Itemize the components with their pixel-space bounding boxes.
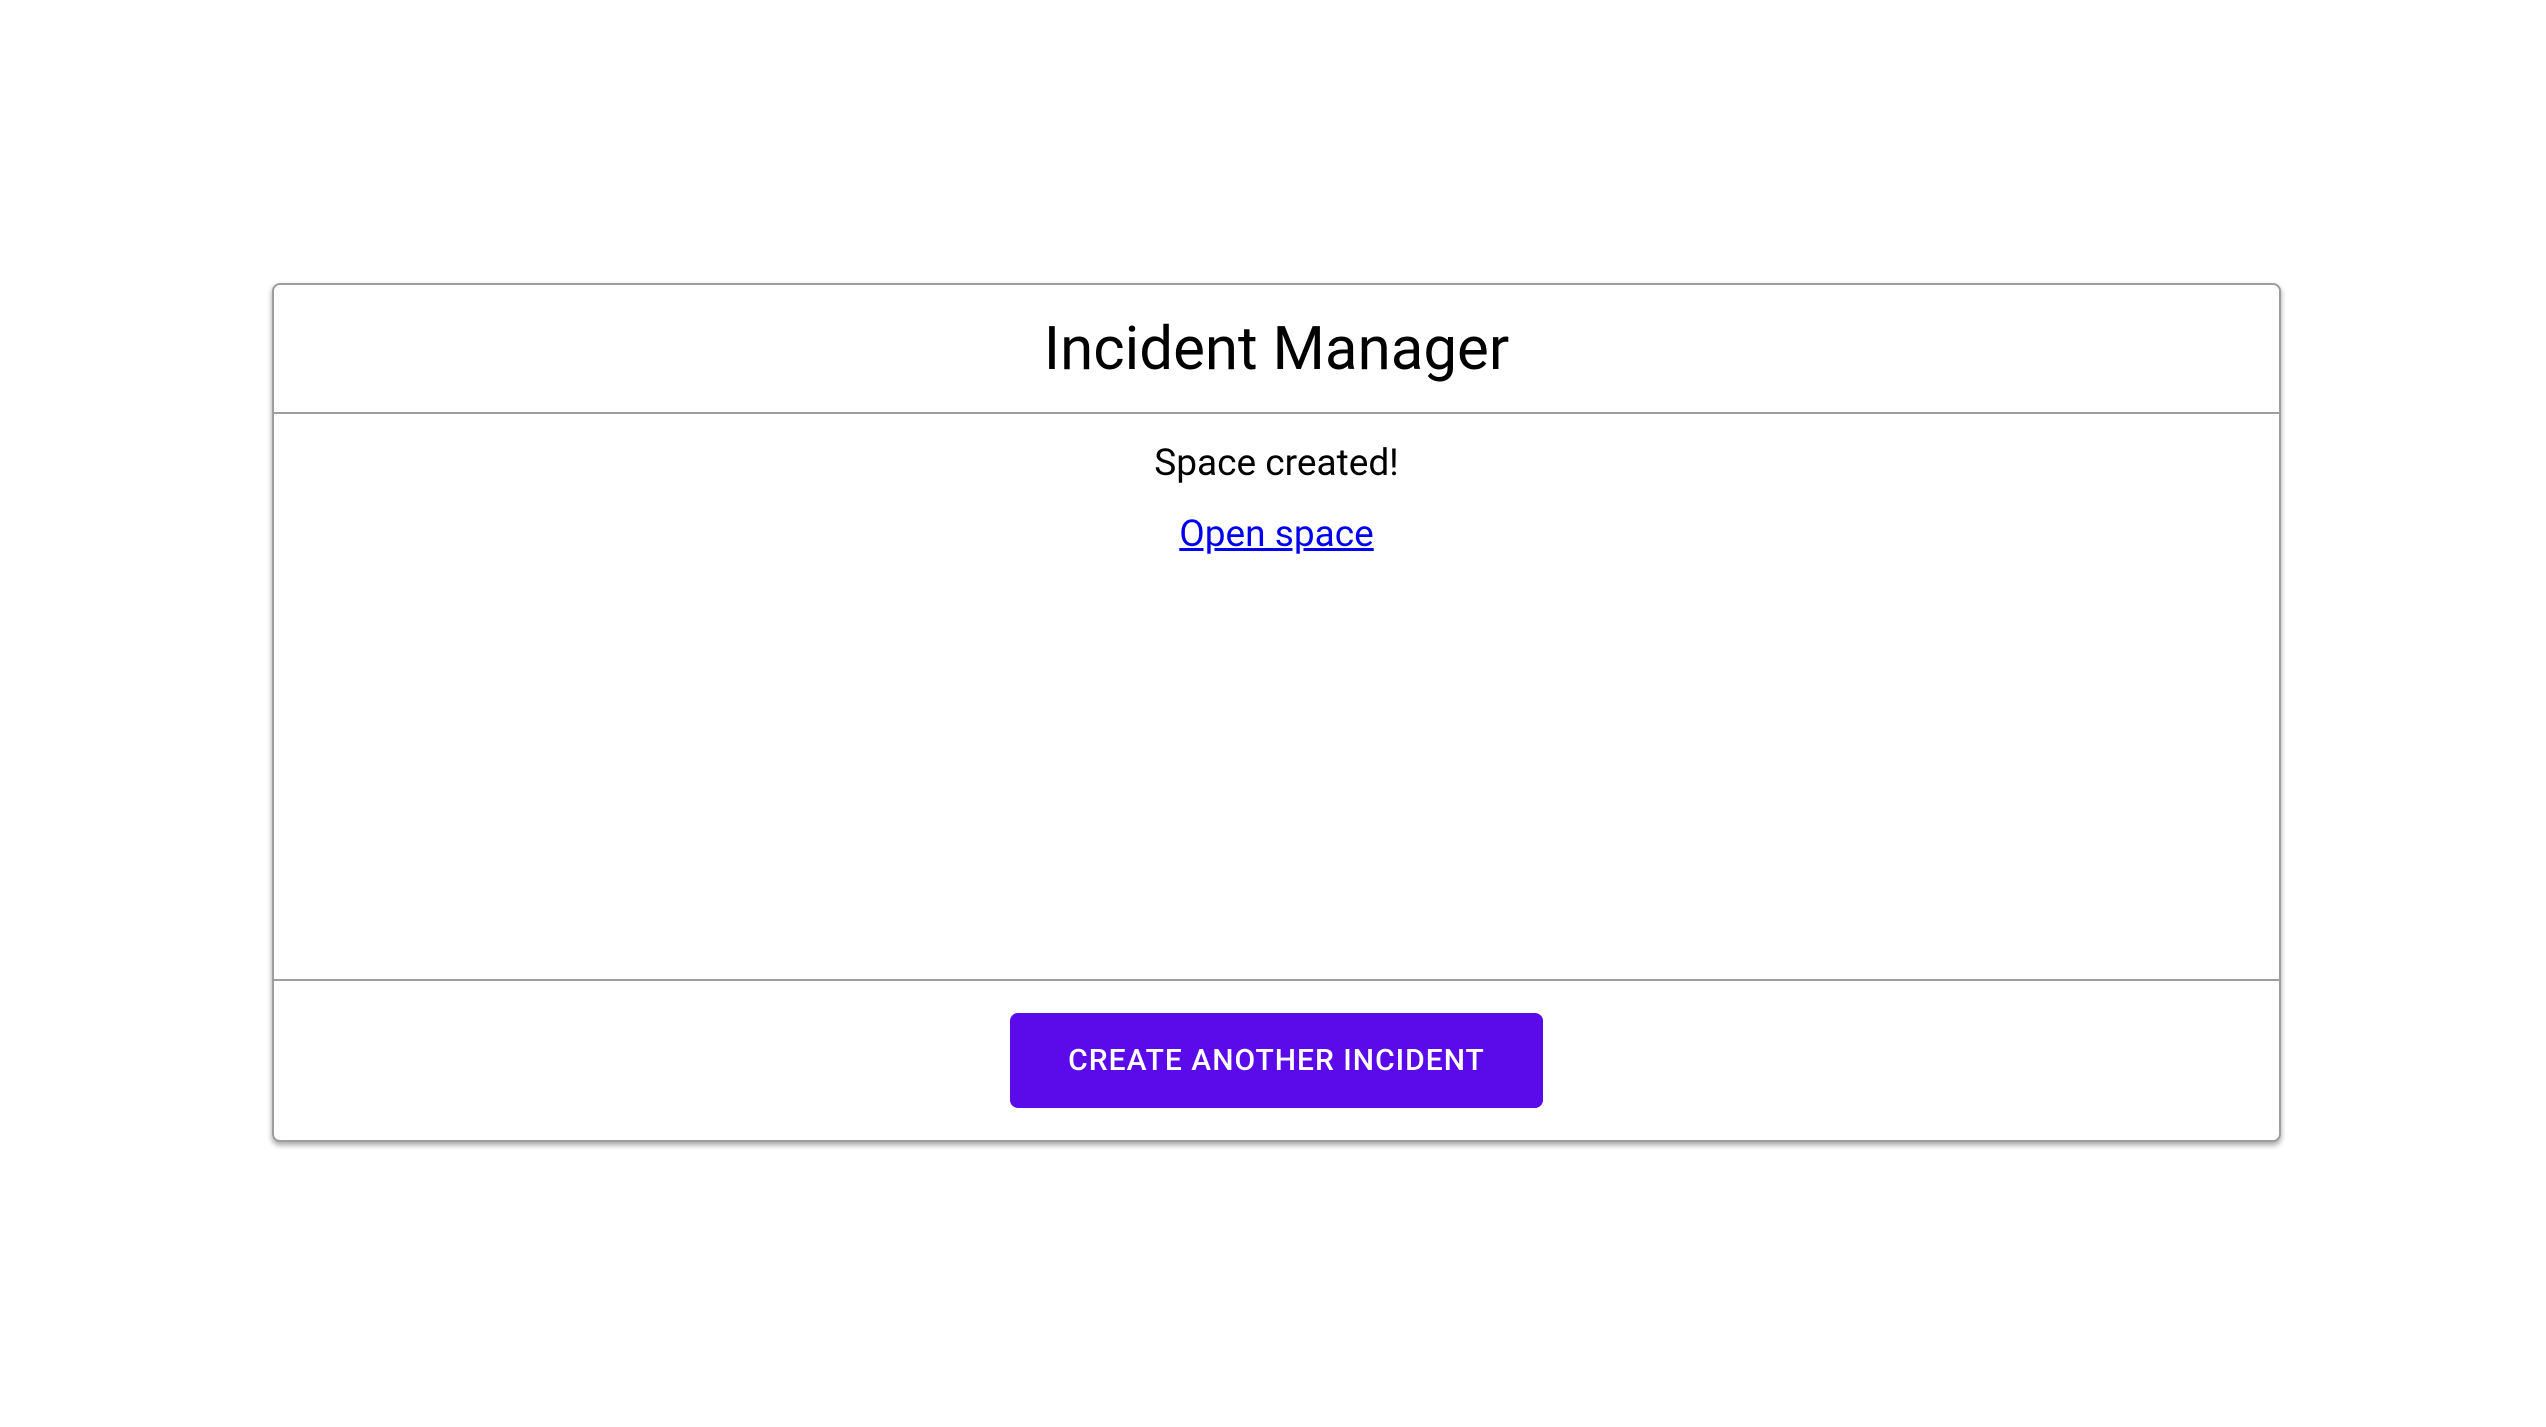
open-space-link[interactable]: Open space <box>1179 513 1373 556</box>
card-footer: CREATE ANOTHER INCIDENT <box>274 979 2279 1140</box>
status-message: Space created! <box>274 442 2279 485</box>
incident-manager-card: Incident Manager Space created! Open spa… <box>272 283 2281 1142</box>
card-header: Incident Manager <box>274 285 2279 414</box>
card-body: Space created! Open space <box>274 414 2279 979</box>
create-another-incident-button[interactable]: CREATE ANOTHER INCIDENT <box>1010 1013 1543 1108</box>
page-title: Incident Manager <box>274 313 2279 384</box>
